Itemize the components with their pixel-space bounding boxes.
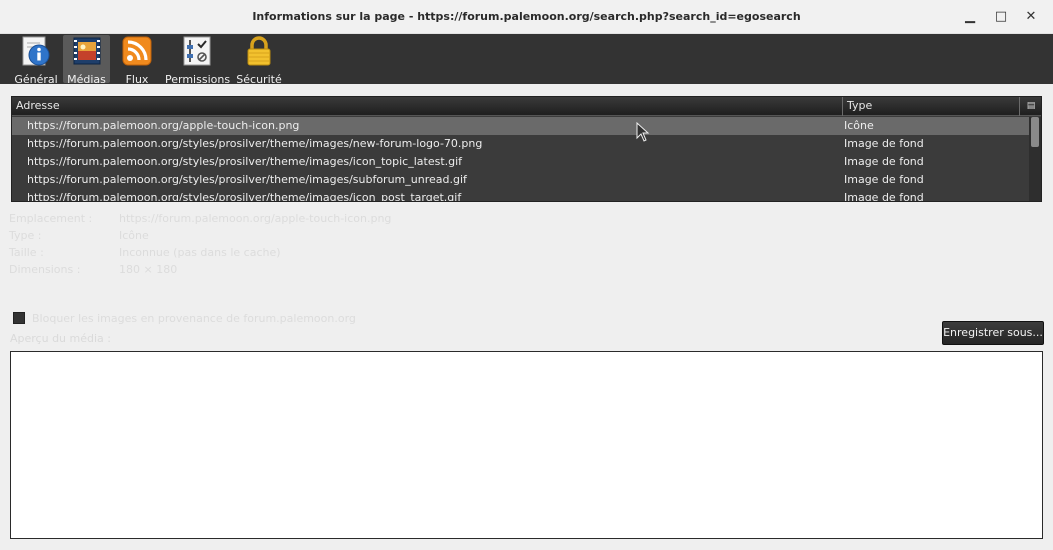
- detail-type: Type : Icône: [9, 229, 709, 246]
- column-type[interactable]: Type: [843, 97, 1020, 116]
- tab-feeds-label: Flux: [125, 73, 149, 86]
- media-list-scrollbar[interactable]: [1029, 117, 1041, 201]
- table-row[interactable]: https://forum.palemoon.org/styles/prosil…: [12, 171, 1029, 189]
- size-label: Taille :: [9, 246, 44, 259]
- tab-general-label: Général: [14, 73, 58, 86]
- tab-media-label: Médias: [67, 73, 106, 86]
- block-images-label: Bloquer les images en provenance de foru…: [32, 312, 356, 325]
- dimensions-value: 180 × 180: [119, 263, 178, 276]
- cell-address: https://forum.palemoon.org/styles/prosil…: [27, 173, 467, 186]
- rss-icon: [122, 36, 152, 66]
- cell-address: https://forum.palemoon.org/apple-touch-i…: [27, 119, 300, 132]
- cell-address: https://forum.palemoon.org/styles/prosil…: [27, 191, 462, 202]
- cell-address: https://forum.palemoon.org/styles/prosil…: [27, 137, 483, 150]
- scrollbar-thumb[interactable]: [1031, 117, 1039, 147]
- block-images-checkbox[interactable]: [13, 312, 25, 324]
- table-row[interactable]: https://forum.palemoon.org/styles/prosil…: [12, 135, 1029, 153]
- detail-location: Emplacement : https://forum.palemoon.org…: [9, 212, 709, 229]
- tab-feeds[interactable]: Flux: [115, 35, 159, 86]
- tab-general[interactable]: Général: [12, 35, 60, 86]
- cell-address: https://forum.palemoon.org/styles/prosil…: [27, 155, 463, 168]
- maximize-button[interactable]: □: [992, 8, 1010, 26]
- minimize-icon: ▁: [965, 9, 975, 24]
- type-value: Icône: [119, 229, 149, 242]
- tab-security-label: Sécurité: [236, 73, 282, 86]
- table-row[interactable]: https://forum.palemoon.org/apple-touch-i…: [12, 117, 1029, 135]
- location-value: https://forum.palemoon.org/apple-touch-i…: [119, 212, 392, 225]
- cell-type: Image de fond: [844, 191, 924, 202]
- type-label: Type :: [9, 229, 42, 242]
- close-button[interactable]: ✕: [1022, 8, 1040, 26]
- media-preview-area: [10, 351, 1043, 539]
- lock-icon: [247, 36, 271, 66]
- cell-type: Image de fond: [844, 137, 924, 150]
- tab-permissions-label: Permissions: [165, 73, 231, 86]
- info-icon: [22, 36, 50, 66]
- size-value: Inconnue (pas dans le cache): [119, 246, 281, 259]
- media-preview-label: Aperçu du média :: [10, 332, 111, 345]
- maximize-icon: □: [994, 9, 1008, 24]
- table-row[interactable]: https://forum.palemoon.org/styles/prosil…: [12, 189, 1029, 202]
- title-bar: Informations sur la page - https://forum…: [0, 0, 1053, 34]
- column-address[interactable]: Adresse: [12, 97, 843, 116]
- minimize-button[interactable]: ▁: [961, 8, 979, 26]
- cell-type: Image de fond: [844, 155, 924, 168]
- save-as-button[interactable]: Enregistrer sous...: [942, 321, 1044, 345]
- column-picker-icon[interactable]: ▤: [1023, 99, 1039, 113]
- cell-type: Image de fond: [844, 173, 924, 186]
- dimensions-label: Dimensions :: [9, 263, 81, 276]
- media-list-header: Adresse Type ▤: [12, 97, 1041, 116]
- tab-permissions[interactable]: Permissions: [165, 35, 231, 86]
- media-details: Emplacement : https://forum.palemoon.org…: [9, 212, 709, 280]
- window-title: Informations sur la page - https://forum…: [252, 10, 801, 23]
- cell-type: Icône: [844, 119, 874, 132]
- permissions-icon: [183, 36, 211, 66]
- media-list-rows: https://forum.palemoon.org/apple-touch-i…: [12, 117, 1029, 202]
- detail-size: Taille : Inconnue (pas dans le cache): [9, 246, 709, 263]
- table-row[interactable]: https://forum.palemoon.org/styles/prosil…: [12, 153, 1029, 171]
- location-label: Emplacement :: [9, 212, 93, 225]
- mouse-cursor-icon: [636, 122, 650, 142]
- detail-dimensions: Dimensions : 180 × 180: [9, 263, 709, 280]
- page-info-toolbar: Général Médias Flux Permissions Sécurité: [0, 34, 1053, 86]
- tab-media[interactable]: Médias: [63, 35, 110, 86]
- tab-security[interactable]: Sécurité: [234, 35, 284, 86]
- media-icon: [73, 37, 100, 65]
- close-icon: ✕: [1025, 9, 1037, 24]
- media-list[interactable]: Adresse Type ▤ https://forum.palemoon.or…: [11, 96, 1042, 202]
